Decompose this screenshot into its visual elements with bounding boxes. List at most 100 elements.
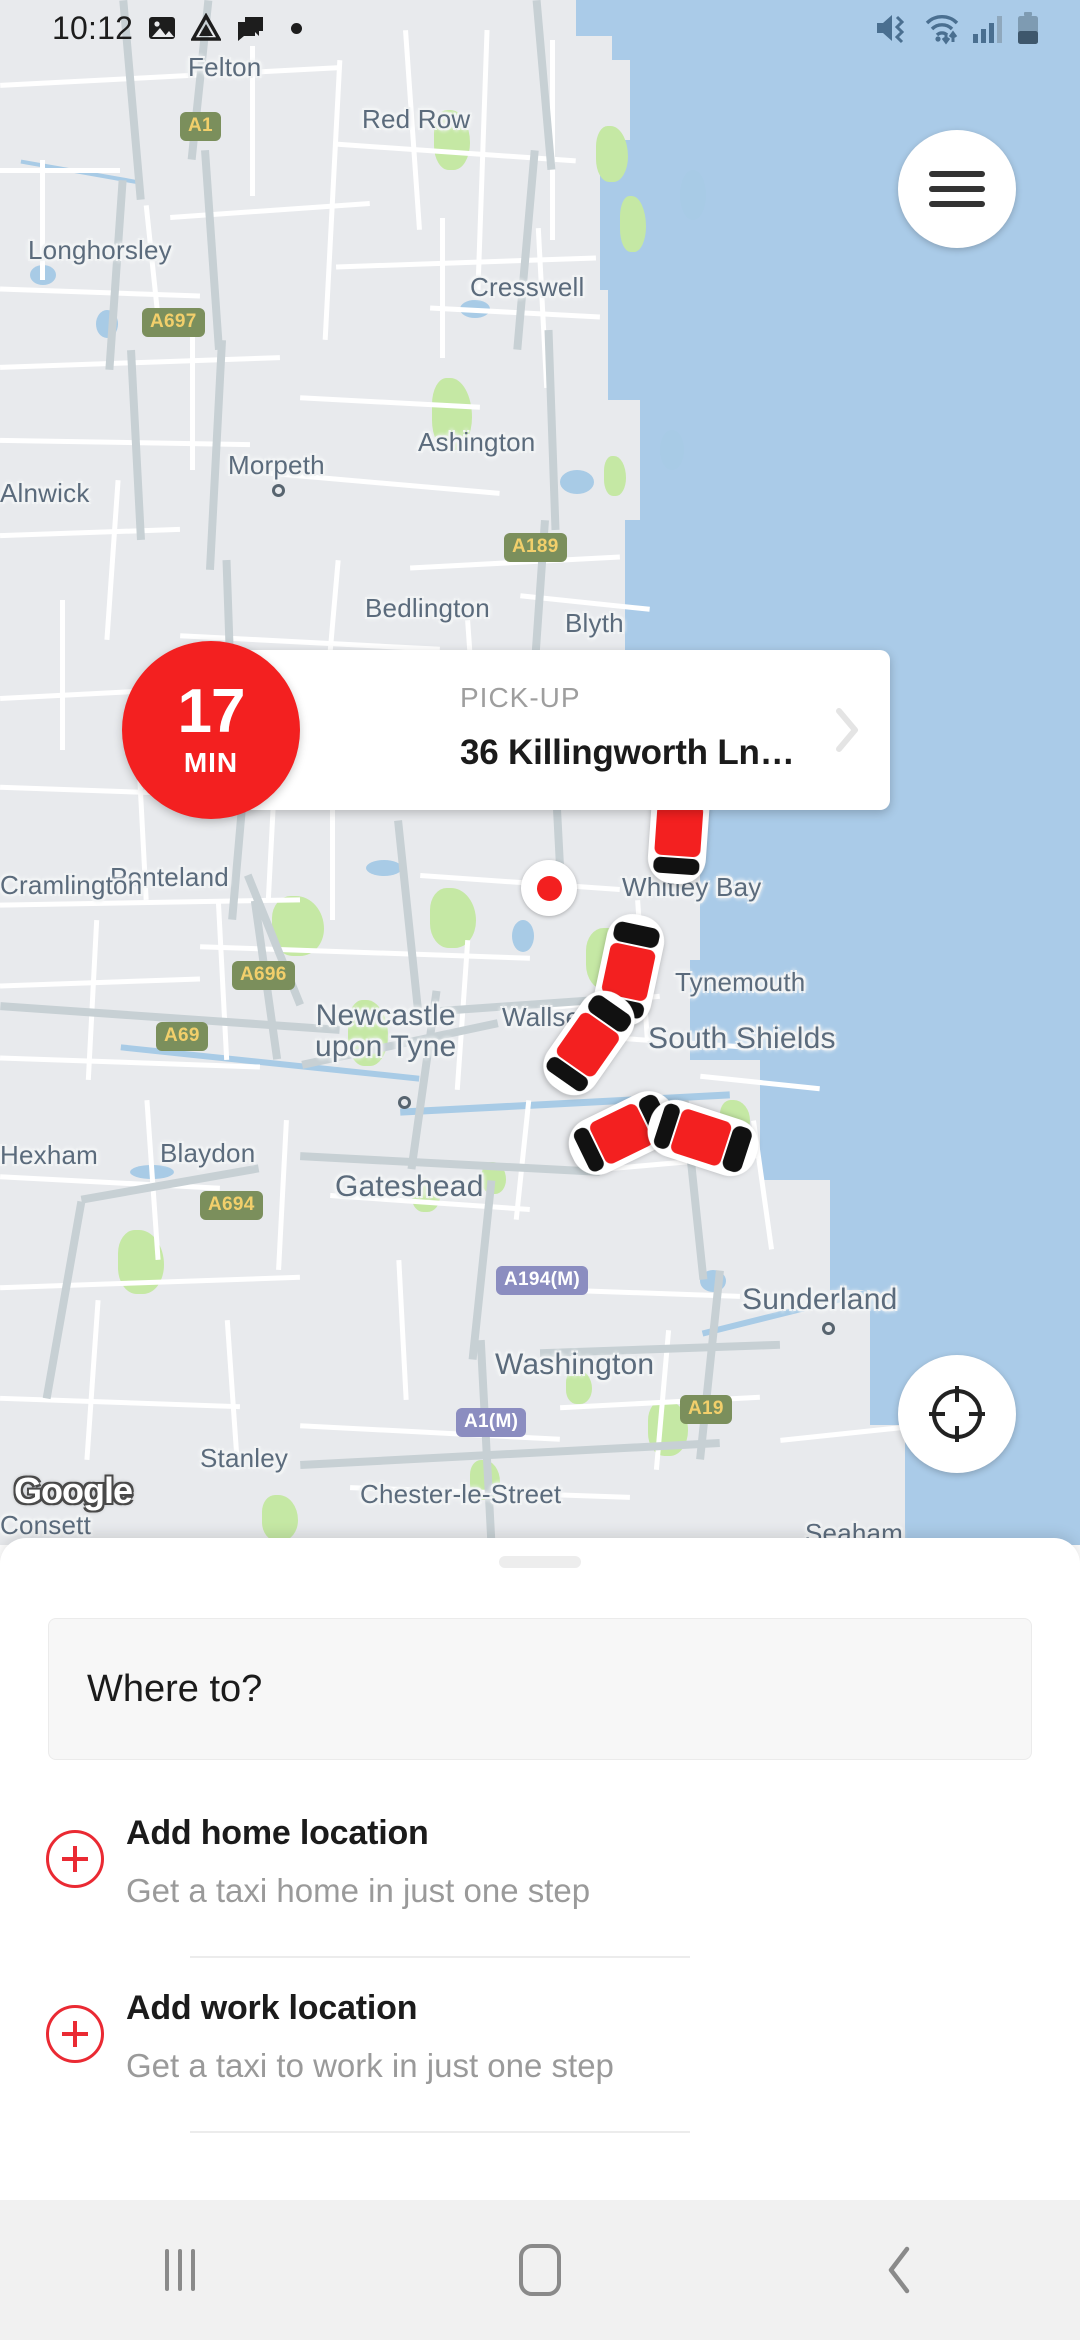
app-screen: Felton Red Row Longhorsley Cresswell Ashingt… bbox=[0, 0, 1080, 2340]
map-label: Gateshead bbox=[335, 1170, 484, 1203]
lake bbox=[680, 170, 706, 220]
android-nav-bar bbox=[0, 2200, 1080, 2340]
plus-circle-icon bbox=[46, 2005, 104, 2063]
road-shield: A189 bbox=[504, 533, 567, 562]
my-location-crosshair-icon bbox=[929, 1386, 985, 1442]
taxi-car-marker[interactable] bbox=[638, 1091, 767, 1186]
road-segment bbox=[0, 1395, 241, 1410]
road-segment bbox=[0, 286, 201, 299]
road-segment bbox=[276, 1119, 289, 1271]
row-title: Add home location bbox=[126, 1814, 429, 1852]
recents-icon bbox=[165, 2249, 195, 2291]
back-icon bbox=[888, 2246, 910, 2294]
sea-region bbox=[830, 1170, 1080, 1290]
road-segment bbox=[322, 60, 343, 340]
road-segment bbox=[440, 218, 445, 358]
city-dot-sunderland bbox=[822, 1322, 835, 1335]
road-segment bbox=[0, 976, 201, 989]
road-segment bbox=[513, 1100, 532, 1220]
pickup-location-marker[interactable] bbox=[521, 860, 577, 916]
add-home-location-row[interactable]: Add home location Get a taxi home in jus… bbox=[0, 1788, 1080, 1963]
road-segment bbox=[335, 255, 597, 270]
home-icon bbox=[519, 2244, 561, 2296]
destination-search-input[interactable]: Where to? bbox=[48, 1618, 1032, 1760]
road-segment bbox=[85, 919, 100, 1081]
map-label: Hexham bbox=[0, 1140, 99, 1170]
sea-region bbox=[576, 0, 636, 36]
my-location-button[interactable] bbox=[898, 1355, 1016, 1473]
map-label: Chester-le-Street bbox=[360, 1479, 562, 1509]
major-road-a1 bbox=[205, 339, 227, 571]
park-area bbox=[596, 126, 628, 182]
map-label: Alnwick bbox=[0, 478, 90, 508]
map-label: Bedlington bbox=[365, 593, 490, 623]
city-dot-morpeth bbox=[272, 484, 285, 497]
road-segment bbox=[84, 1300, 101, 1460]
road-segment bbox=[454, 940, 471, 1090]
city-dot-newcastle bbox=[398, 1096, 411, 1109]
map-label: Tynemouth bbox=[675, 967, 806, 997]
lake bbox=[560, 470, 594, 494]
road-segment bbox=[429, 305, 601, 320]
major-road-a692 bbox=[42, 1200, 86, 1400]
add-work-location-row[interactable]: Add work location Get a taxi to work in … bbox=[0, 1963, 1080, 2138]
road-segment bbox=[396, 1259, 409, 1401]
eta-badge: 17 MIN bbox=[122, 641, 300, 819]
sea-region bbox=[640, 380, 1080, 540]
road-segment bbox=[0, 168, 120, 173]
row-subtitle: Get a taxi to work in just one step bbox=[126, 2047, 614, 2084]
pickup-address: 36 Killingworth Ln… bbox=[460, 733, 795, 772]
park-area bbox=[604, 456, 626, 496]
road-segment bbox=[170, 201, 370, 220]
sea-region bbox=[760, 1050, 1080, 1180]
major-road-a1 bbox=[394, 820, 422, 1010]
row-divider bbox=[190, 1956, 690, 1958]
pickup-text-block: PICK-UP 36 Killingworth Ln… bbox=[460, 682, 795, 773]
major-road-a189 bbox=[544, 329, 560, 531]
major-road-a1068 bbox=[513, 150, 539, 350]
plus-circle-icon bbox=[46, 1830, 104, 1888]
road-segment bbox=[200, 944, 530, 961]
sea-region bbox=[625, 520, 1080, 660]
road-segment bbox=[190, 330, 195, 470]
map-label: Felton bbox=[188, 52, 262, 82]
road-shield: A194(M) bbox=[496, 1266, 589, 1295]
map-label: Blaydon bbox=[160, 1138, 256, 1168]
menu-button[interactable] bbox=[898, 130, 1016, 248]
major-road-a697 bbox=[119, 0, 145, 200]
map-label: Ashington bbox=[418, 427, 536, 457]
map-label: Blyth bbox=[565, 608, 624, 638]
major-road-a697 bbox=[105, 179, 127, 371]
eta-value: 17 bbox=[177, 677, 246, 746]
eta-unit: MIN bbox=[183, 747, 239, 778]
map-label: Morpeth bbox=[228, 450, 325, 480]
map-label: Red Row bbox=[362, 104, 471, 134]
road-segment bbox=[60, 600, 65, 750]
road-shield: A69 bbox=[156, 1022, 208, 1051]
major-road-a1m bbox=[476, 1339, 496, 1541]
recents-button[interactable] bbox=[0, 2200, 360, 2340]
road-shield: A1 bbox=[180, 112, 221, 141]
hamburger-menu-icon bbox=[929, 162, 985, 216]
home-button[interactable] bbox=[360, 2200, 720, 2340]
pickup-location-dot bbox=[536, 875, 562, 901]
row-title: Add work location bbox=[126, 1989, 418, 2027]
road-shield: A696 bbox=[232, 961, 295, 990]
pickup-card[interactable]: 17 MIN PICK-UP 36 Killingworth Ln… bbox=[122, 641, 890, 819]
map-label: Cramlington bbox=[0, 870, 143, 900]
road-segment bbox=[104, 480, 121, 640]
map-label: Cresswell bbox=[470, 272, 585, 302]
drag-handle[interactable] bbox=[499, 1556, 581, 1568]
back-button[interactable] bbox=[720, 2200, 1080, 2340]
park-area bbox=[262, 1495, 298, 1541]
map-label: South Shields bbox=[648, 1022, 836, 1055]
chevron-right-icon bbox=[836, 708, 858, 752]
road-shield: A697 bbox=[142, 308, 205, 337]
map-label: Newcastle upon Tyne bbox=[315, 999, 457, 1064]
road-segment bbox=[0, 65, 340, 88]
row-divider bbox=[190, 2131, 690, 2133]
pickup-label: PICK-UP bbox=[460, 682, 581, 713]
road-shield: A694 bbox=[200, 1191, 263, 1220]
lake bbox=[512, 920, 534, 952]
map-label: Longhorsley bbox=[28, 235, 172, 265]
